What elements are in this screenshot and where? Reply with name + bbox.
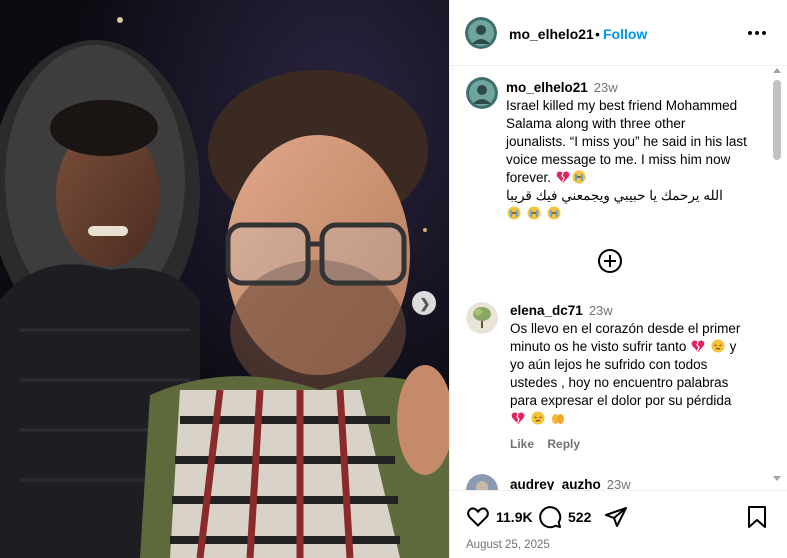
crying-face-emoji <box>527 206 541 220</box>
author-username[interactable]: mo_elhelo21 <box>509 26 594 42</box>
scrollbar-thumb[interactable] <box>773 80 781 160</box>
save-button[interactable] <box>746 505 768 529</box>
comment-line: ustedes , hoy no encuentro palabras <box>510 375 729 390</box>
bookmark-icon <box>748 506 766 528</box>
post-photo[interactable]: ❯ <box>0 0 449 558</box>
caption-username[interactable]: mo_elhelo21 <box>506 80 588 95</box>
more-dot <box>755 31 759 35</box>
comment-button[interactable]: 522 <box>538 505 591 529</box>
caption-line-text: forever. <box>506 170 552 185</box>
post-date[interactable]: August 25, 2025 <box>466 539 550 551</box>
comment-header: elena_dc71 23w <box>510 302 613 320</box>
more-options-button[interactable] <box>742 18 772 48</box>
comment-line-text: minuto os he visto sufrir tanto <box>510 339 687 354</box>
comment-time[interactable]: 23w <box>607 477 631 490</box>
comment-actions: Like Reply <box>510 437 580 451</box>
comment-line: para expresar el dolor por su pérdida <box>510 393 732 408</box>
caption-header: mo_elhelo21 23w <box>506 79 618 97</box>
comment-header: audrey_auzho 23w <box>510 476 631 490</box>
commenter-avatar[interactable] <box>466 302 498 334</box>
comment-line: minuto os he visto sufrir tanto y <box>510 338 768 356</box>
broken-heart-emoji <box>511 411 525 425</box>
caption-line: jounalists. “I miss you” he said in his … <box>506 134 747 149</box>
post-actions-bar: 11.9K 522 August 25, 2025 <box>450 490 787 558</box>
caption-text: Israel killed my best friend Mohammed Sa… <box>506 97 768 223</box>
crying-face-emoji <box>572 170 586 184</box>
post-header: mo_elhelo21 • Follow <box>450 0 787 66</box>
author-avatar[interactable] <box>465 17 497 49</box>
caption-line: Salama along with three other <box>506 116 686 131</box>
post-detail-panel: mo_elhelo21 • Follow mo_elhelo21 23w Isra… <box>449 0 787 558</box>
commenter-avatar[interactable] <box>466 474 498 490</box>
comment-like-button[interactable]: Like <box>510 437 534 451</box>
like-button[interactable]: 11.9K <box>466 505 533 529</box>
comment-line-text: y <box>729 339 737 354</box>
comment-username[interactable]: audrey_auzho <box>510 477 601 490</box>
like-count[interactable]: 11.9K <box>496 509 533 525</box>
broken-heart-emoji <box>556 170 570 184</box>
chevron-right-icon: ❯ <box>419 295 431 311</box>
crying-face-emoji <box>547 206 561 220</box>
comments-scrollbar[interactable] <box>770 66 784 490</box>
more-dot <box>762 31 766 35</box>
caption-avatar[interactable] <box>466 77 498 109</box>
follow-button[interactable]: Follow <box>603 26 647 42</box>
heart-icon <box>467 507 489 527</box>
caption-arabic-line: الله يرحمك يا حبيبي ويجمعني فيك قريبا <box>506 188 723 203</box>
scroll-down-arrow-icon[interactable] <box>773 476 781 481</box>
load-more-comments-button[interactable] <box>598 249 622 273</box>
post-image <box>0 0 449 558</box>
comment-line: Os llevo en el corazón desde el primer <box>510 321 741 336</box>
caption-line: forever. <box>506 169 768 187</box>
comment-reply-button[interactable]: Reply <box>547 437 580 451</box>
caption-emoji-line <box>506 205 768 223</box>
caption-time[interactable]: 23w <box>594 80 618 95</box>
comment-time[interactable]: 23w <box>589 303 613 318</box>
open-hands-emoji <box>551 411 565 425</box>
more-horizontal-icon <box>748 31 752 35</box>
header-separator: • <box>595 26 600 42</box>
crying-face-emoji <box>507 206 521 220</box>
next-photo-button[interactable]: ❯ <box>412 291 436 315</box>
comments-list[interactable]: mo_elhelo21 23w Israel killed my best fri… <box>450 66 787 490</box>
scroll-up-arrow-icon[interactable] <box>773 68 781 73</box>
pensive-face-emoji <box>531 411 545 425</box>
comment-emoji-line <box>510 410 768 428</box>
caption-line: Israel killed my best friend Mohammed <box>506 98 738 113</box>
comment-icon <box>539 506 562 529</box>
send-icon <box>605 507 627 527</box>
share-button[interactable] <box>604 505 628 529</box>
caption-line: voice message to me. I miss him now <box>506 152 731 167</box>
comment-count[interactable]: 522 <box>568 509 591 525</box>
comment-username[interactable]: elena_dc71 <box>510 303 583 318</box>
comment-text: Os llevo en el corazón desde el primer m… <box>510 320 768 428</box>
broken-heart-emoji <box>691 339 705 353</box>
pensive-face-emoji <box>711 339 725 353</box>
comment-line: yo aún lejos he sufrido con todos <box>510 357 708 372</box>
